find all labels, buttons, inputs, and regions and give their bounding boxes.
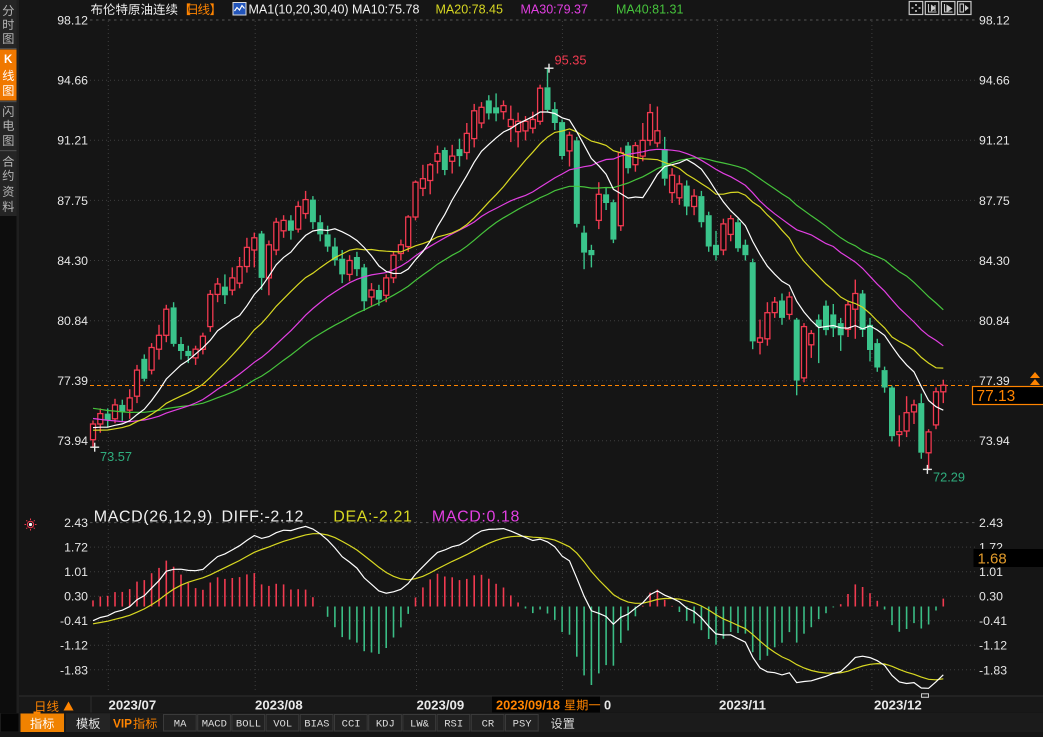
svg-text:80.84: 80.84	[979, 314, 1010, 328]
svg-text:73.94: 73.94	[57, 434, 88, 448]
svg-text:77.13: 77.13	[977, 388, 1016, 405]
svg-text:BOLL: BOLL	[236, 719, 261, 731]
svg-text:MA20:78.45: MA20:78.45	[436, 3, 503, 17]
svg-text:RSI: RSI	[444, 719, 463, 731]
svg-text:KDJ: KDJ	[376, 719, 395, 731]
svg-text:0: 0	[604, 698, 611, 713]
svg-text:-1.83: -1.83	[60, 663, 88, 677]
svg-text:84.30: 84.30	[979, 254, 1010, 268]
svg-text:0.30: 0.30	[979, 590, 1003, 604]
svg-text:73.57: 73.57	[100, 449, 132, 464]
svg-text:2023/07: 2023/07	[109, 698, 157, 713]
svg-text:2.43: 2.43	[979, 516, 1003, 530]
svg-text:MA30:79.37: MA30:79.37	[521, 3, 588, 17]
svg-text:CCI: CCI	[342, 719, 361, 731]
svg-text:87.75: 87.75	[57, 194, 88, 208]
svg-text:2023/11: 2023/11	[719, 698, 766, 713]
svg-text:94.66: 94.66	[57, 74, 88, 88]
svg-text:87.75: 87.75	[979, 194, 1010, 208]
svg-text:2023/08: 2023/08	[255, 698, 303, 713]
svg-text:-1.12: -1.12	[60, 639, 88, 653]
svg-text:VOL: VOL	[273, 719, 292, 731]
svg-text:1.01: 1.01	[64, 565, 88, 579]
svg-text:DEA:-2.21: DEA:-2.21	[333, 509, 412, 526]
svg-text:91.21: 91.21	[57, 134, 88, 148]
svg-text:98.12: 98.12	[979, 14, 1010, 28]
svg-text:-1.83: -1.83	[979, 663, 1007, 677]
svg-text:2023/09/18: 2023/09/18	[496, 698, 560, 713]
svg-text:1.68: 1.68	[978, 551, 1007, 568]
svg-text:0.30: 0.30	[64, 590, 88, 604]
svg-text:MA10:75.78: MA10:75.78	[352, 3, 419, 17]
svg-text:-0.41: -0.41	[979, 614, 1007, 628]
svg-text:LW&: LW&	[410, 719, 430, 731]
svg-text:94.66: 94.66	[979, 74, 1010, 88]
svg-text:80.84: 80.84	[57, 314, 88, 328]
svg-text:MA40:81.31: MA40:81.31	[616, 3, 683, 17]
svg-text:98.12: 98.12	[57, 14, 88, 28]
svg-text:BIAS: BIAS	[304, 719, 329, 731]
svg-text:MA: MA	[174, 719, 187, 731]
svg-text:95.35: 95.35	[555, 53, 587, 68]
svg-text:DIFF:-2.12: DIFF:-2.12	[222, 509, 304, 526]
svg-text:MACD(26,12,9): MACD(26,12,9)	[94, 509, 213, 526]
svg-text:MACD:0.18: MACD:0.18	[432, 509, 520, 526]
svg-text:84.30: 84.30	[57, 254, 88, 268]
svg-text:91.21: 91.21	[979, 134, 1010, 148]
svg-text:77.39: 77.39	[57, 374, 88, 388]
svg-text:MA1(10,20,30,40): MA1(10,20,30,40)	[249, 3, 349, 17]
svg-text:VIP: VIP	[113, 717, 132, 731]
svg-text:PSY: PSY	[513, 719, 533, 731]
svg-text:-0.41: -0.41	[60, 614, 88, 628]
svg-text:2023/12: 2023/12	[874, 698, 922, 713]
svg-text:2023/09: 2023/09	[417, 698, 465, 713]
svg-text:72.29: 72.29	[933, 469, 965, 484]
svg-text:1.72: 1.72	[64, 541, 88, 555]
svg-text:-1.12: -1.12	[979, 639, 1007, 653]
svg-text:73.94: 73.94	[979, 434, 1010, 448]
svg-text:CR: CR	[482, 719, 495, 731]
svg-text:K: K	[4, 54, 13, 66]
svg-text:2.43: 2.43	[64, 516, 88, 530]
svg-text:MACD: MACD	[202, 719, 227, 731]
